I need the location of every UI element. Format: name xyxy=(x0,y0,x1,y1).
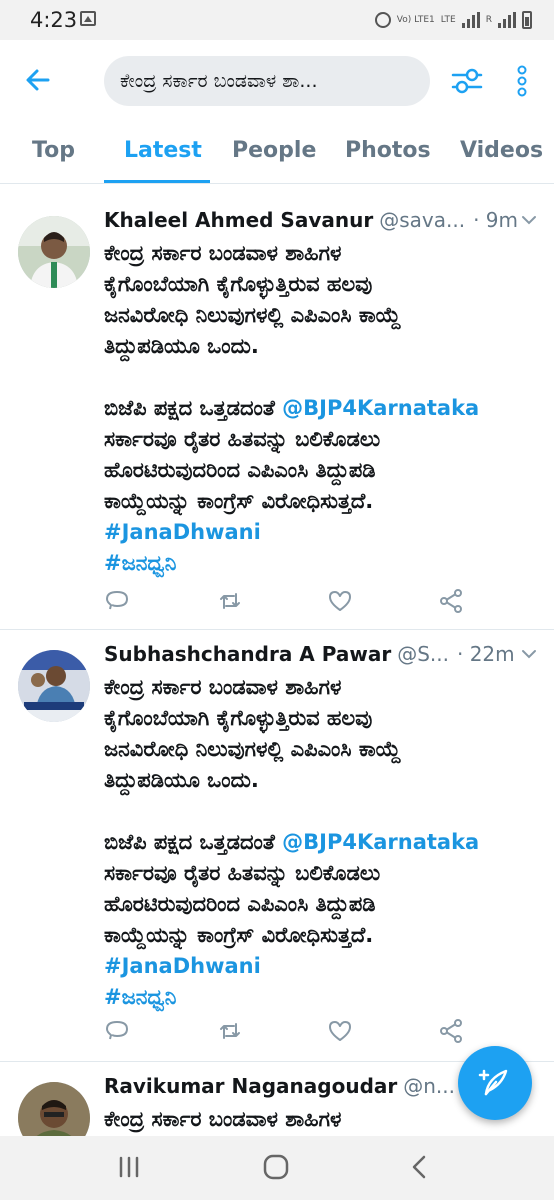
search-query: ಕೇಂದ್ರ ಸರ್ಕಾರ ಬಂಡವಾಳ ಶಾ... xyxy=(120,70,318,92)
tweet-line: ಕೈಗೊಂಬೆಯಾಗಿ ಕೈಗೊಳ್ಳುತ್ತಿರುವ ಹಲವು xyxy=(104,272,373,296)
hashtag-link[interactable]: #JanaDhwani xyxy=(104,520,261,544)
back-nav-icon[interactable] xyxy=(405,1152,435,1182)
avatar-image xyxy=(18,650,90,722)
compose-tweet-button[interactable] xyxy=(458,1046,532,1120)
tweet-actions xyxy=(104,588,464,618)
tweet-line: ತಿದ್ದುಪಡಿಯೂ ಒಂದು. xyxy=(104,768,259,792)
tweet-author-handle[interactable]: @n... xyxy=(403,1074,455,1098)
roaming-label: R xyxy=(485,15,492,25)
hashtag-link[interactable]: #ಜನಧ್ವನಿ xyxy=(104,985,176,1009)
alarm-icon xyxy=(374,12,391,28)
tweet-line: ಕೇಂದ್ರ ಸರ್ಕಾರ ಬಂಡವಾಳ ಶಾಹಿಗಳ xyxy=(104,241,342,265)
retweet-icon[interactable] xyxy=(217,1018,243,1044)
tweet-item[interactable]: Khaleel Ahmed Savanur @sava... · 9m ಕೇಂದ… xyxy=(0,196,554,630)
tweet-author-name[interactable]: Khaleel Ahmed Savanur xyxy=(104,208,373,232)
tweet-text-segment: ಬಿಜೆಪಿ ಪಕ್ಷದ ಒತ್ತಡದಂತೆ xyxy=(104,830,283,854)
search-input[interactable]: ಕೇಂದ್ರ ಸರ್ಕಾರ ಬಂಡವಾಳ ಶಾ... xyxy=(104,56,430,106)
tweet-text: ಕೇಂದ್ರ ಸರ್ಕಾರ ಬಂಡವಾಳ ಶಾಹಿಗಳ ಕೈಗೊಂಬೆಯಾಗಿ … xyxy=(104,672,544,1013)
signal-icon xyxy=(461,12,480,28)
share-icon[interactable] xyxy=(438,588,464,614)
tweet-line: ಕಾಯ್ದೆಯನ್ನು ಕಾಂಗ್ರೆಸ್ ವಿರೋಧಿಸುತ್ತದೆ. xyxy=(104,489,374,513)
tab-photos[interactable]: Photos xyxy=(345,138,431,163)
tweet-item[interactable]: Subhashchandra A Pawar @S... · 22m ಕೇಂದ್… xyxy=(0,630,554,1062)
tweet-author-name[interactable]: Subhashchandra A Pawar xyxy=(104,642,391,666)
tweet-line: ಹೊರಟಿರುವುದರಿಂದ ಎಪಿಎಂಸಿ ತಿದ್ದುಪಡಿ xyxy=(104,458,376,482)
tweet-author-name[interactable]: Ravikumar Naganagoudar xyxy=(104,1074,397,1098)
tab-people[interactable]: People xyxy=(232,138,316,163)
search-filter-button[interactable] xyxy=(450,64,484,98)
recent-apps-icon[interactable] xyxy=(114,1152,144,1182)
reply-icon[interactable] xyxy=(104,1018,130,1044)
more-options-button[interactable] xyxy=(512,64,532,98)
hashtag-link[interactable]: #ಜನಧ್ವನಿ xyxy=(104,551,176,575)
hashtag-link[interactable]: #JanaDhwani xyxy=(104,954,261,978)
tweet-line: ಸರ್ಕಾರವೂ ರೈತರ ಹಿತವನ್ನು ಬಲಿಕೊಡಲು xyxy=(104,861,381,885)
tweet-timestamp: · 9m xyxy=(473,208,518,232)
tweet-line: ಬಿಜೆಪಿ ಪಕ್ಷದ ಒತ್ತಡದಂತೆ @BJP4Karnataka xyxy=(104,827,544,858)
app-header: ಕೇಂದ್ರ ಸರ್ಕಾರ ಬಂಡವಾಳ ಶಾ... xyxy=(0,40,554,122)
home-icon[interactable] xyxy=(261,1152,291,1182)
share-icon[interactable] xyxy=(438,1018,464,1044)
avatar[interactable] xyxy=(18,650,90,722)
tab-top[interactable]: Top xyxy=(32,138,75,163)
tweet-line: ಕೈಗೊಂಬೆಯಾಗಿ ಕೈಗೊಳ್ಳುತ್ತಿರುವ ಹಲವು xyxy=(104,706,373,730)
tweet-line: ಸರ್ಕಾರವೂ ರೈತರ ಹಿತವನ್ನು ಬಲಿಕೊಡಲು xyxy=(104,427,381,451)
retweet-icon[interactable] xyxy=(217,588,243,614)
compose-feather-icon xyxy=(478,1069,508,1096)
avatar[interactable] xyxy=(18,1082,90,1136)
chevron-down-icon[interactable] xyxy=(520,644,538,664)
status-bar: 4:23 Vo) LTE1 LTE R xyxy=(0,0,554,40)
avatar-image xyxy=(18,1082,90,1136)
system-nav-bar xyxy=(0,1136,554,1200)
tweet-header: Khaleel Ahmed Savanur @sava... · 9m xyxy=(104,208,538,232)
tweet-author-handle[interactable]: @sava... xyxy=(379,208,465,232)
network-type: Vo) LTE1 xyxy=(396,15,435,25)
status-icons: Vo) LTE1 LTE R xyxy=(374,7,532,33)
search-tabs: Top Latest People Photos Videos xyxy=(0,122,554,184)
tweet-line: ಬಿಜೆಪಿ ಪಕ್ಷದ ಒತ್ತಡದಂತೆ @BJP4Karnataka xyxy=(104,393,544,424)
avatar-image xyxy=(18,216,90,288)
tweet-paragraph-gap xyxy=(104,796,544,827)
signal-2-icon xyxy=(498,12,516,28)
gallery-notification-icon xyxy=(80,11,96,26)
tweet-line: ಕಾಯ್ದೆಯನ್ನು ಕಾಂಗ್ರೆಸ್ ವಿರೋಧಿಸುತ್ತದೆ. xyxy=(104,923,374,947)
back-button[interactable] xyxy=(22,64,54,96)
tweet-author-handle[interactable]: @S... xyxy=(397,642,449,666)
tweet-header: Subhashchandra A Pawar @S... · 22m xyxy=(104,642,538,666)
chevron-down-icon[interactable] xyxy=(520,210,538,230)
like-icon[interactable] xyxy=(327,1018,353,1044)
tweet-text: ಕೇಂದ್ರ ಸರ್ಕಾರ ಬಂಡವಾಳ ಶಾಹಿಗಳ ಕೈಗೊಂಬೆಯಾಗಿ … xyxy=(104,238,544,579)
tweet-line: ಹೊರಟಿರುವುದರಿಂದ ಎಪಿಎಂಸಿ ತಿದ್ದುಪಡಿ xyxy=(104,892,376,916)
tweet-line: ಕೇಂದ್ರ ಸರ್ಕಾರ ಬಂಡವಾಳ ಶಾಹಿಗಳ xyxy=(104,675,342,699)
more-vertical-icon xyxy=(517,65,527,97)
tweet-timestamp: · 22m xyxy=(456,642,515,666)
tweet-paragraph-gap xyxy=(104,362,544,393)
mention-link[interactable]: @BJP4Karnataka xyxy=(282,396,479,420)
sliders-icon xyxy=(451,68,483,94)
arrow-left-icon xyxy=(26,69,50,91)
tweet-actions xyxy=(104,1018,464,1048)
avatar[interactable] xyxy=(18,216,90,288)
lte-label: LTE xyxy=(440,15,456,25)
like-icon[interactable] xyxy=(327,588,353,614)
reply-icon[interactable] xyxy=(104,588,130,614)
active-tab-indicator xyxy=(104,180,210,183)
tweet-line: ತಿದ್ದುಪಡಿಯೂ ಒಂದು. xyxy=(104,334,259,358)
tab-videos[interactable]: Videos xyxy=(460,138,543,163)
tweet-line: ಜನವಿರೋಧಿ ನಿಲುವುಗಳಲ್ಲಿ ಎಪಿಎಂಸಿ ಕಾಯ್ದೆ xyxy=(104,737,401,761)
tweet-line: ಜನವಿರೋಧಿ ನಿಲುವುಗಳಲ್ಲಿ ಎಪಿಎಂಸಿ ಕಾಯ್ದೆ xyxy=(104,303,401,327)
status-time: 4:23 xyxy=(30,8,78,32)
battery-icon xyxy=(522,11,532,29)
tab-latest[interactable]: Latest xyxy=(124,138,202,163)
mention-link[interactable]: @BJP4Karnataka xyxy=(282,830,479,854)
tweet-text-segment: ಬಿಜೆಪಿ ಪಕ್ಷದ ಒತ್ತಡದಂತೆ xyxy=(104,396,283,420)
